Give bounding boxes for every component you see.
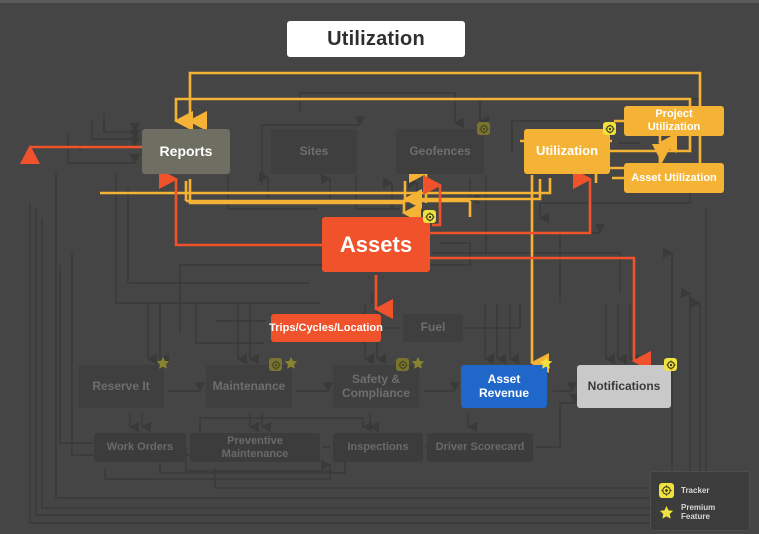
node-utilization[interactable]: Utilization <box>524 122 616 174</box>
star-icon <box>410 356 425 371</box>
node-label: Work Orders <box>106 441 174 454</box>
node-safety-compliance[interactable]: Safety & Compliance <box>333 356 424 408</box>
star-icon <box>538 356 553 371</box>
node-label: Sites <box>299 143 329 158</box>
node-driver-scorecard[interactable]: Driver Scorecard <box>427 433 533 462</box>
node-label: Safety & Compliance <box>341 371 410 400</box>
node-label: Geofences <box>409 143 471 158</box>
star-icon <box>155 356 170 371</box>
node-geofences[interactable]: Geofences <box>396 122 490 174</box>
node-project-utilization[interactable]: Project Utilization <box>624 106 724 136</box>
node-label: Preventive Maintenance <box>221 434 289 460</box>
tracker-icon <box>477 122 490 135</box>
node-maintenance[interactable]: Maintenance <box>206 356 297 408</box>
legend-item-tracker: Tracker <box>659 479 741 501</box>
node-label: Utilization <box>535 143 599 159</box>
star-icon <box>659 505 674 520</box>
node-label: Reports <box>159 143 213 160</box>
node-asset-revenue[interactable]: Asset Revenue <box>461 356 552 408</box>
node-asset-utilization[interactable]: Asset Utilization <box>624 163 724 193</box>
page-title: Utilization <box>287 21 465 57</box>
legend-label-tracker: Tracker <box>681 485 710 495</box>
node-label: Driver Scorecard <box>435 441 525 454</box>
node-trips-cycles-location[interactable]: Trips/Cycles/Location <box>269 314 383 342</box>
node-label: Project Utilization <box>647 108 701 133</box>
node-label: Trips/Cycles/Location <box>269 321 383 334</box>
node-work-orders[interactable]: Work Orders <box>94 433 186 462</box>
tracker-icon <box>603 122 616 135</box>
node-reserve-it[interactable]: Reserve It <box>78 356 169 408</box>
node-sites[interactable]: Sites <box>271 129 357 174</box>
tracker-icon <box>659 482 674 498</box>
star-icon <box>283 356 298 371</box>
node-label: Notifications <box>587 378 661 393</box>
node-label: Asset Revenue <box>478 371 530 400</box>
node-label: Asset Utilization <box>631 171 717 184</box>
legend-label-premium: Premium Feature <box>681 503 716 521</box>
node-inspections[interactable]: Inspections <box>333 433 423 462</box>
node-label: Reserve It <box>92 378 150 393</box>
node-notifications[interactable]: Notifications <box>577 358 677 408</box>
tracker-icon <box>396 358 409 371</box>
node-label: Fuel <box>420 320 446 335</box>
diagram-canvas: Utilization Reports Sites Geofences Utiliza… <box>0 0 759 534</box>
node-fuel[interactable]: Fuel <box>403 314 463 342</box>
tracker-icon <box>269 358 282 371</box>
node-label: Assets <box>339 231 413 257</box>
node-preventive-maintenance[interactable]: Preventive Maintenance <box>190 433 320 462</box>
node-label: Maintenance <box>212 378 286 393</box>
node-assets[interactable]: Assets <box>322 210 436 272</box>
node-reports[interactable]: Reports <box>142 129 230 174</box>
tracker-icon <box>664 358 677 371</box>
node-label: Inspections <box>347 441 409 454</box>
legend: Tracker Premium Feature <box>650 471 750 531</box>
legend-item-premium: Premium Feature <box>659 501 741 523</box>
tracker-icon <box>423 210 436 223</box>
